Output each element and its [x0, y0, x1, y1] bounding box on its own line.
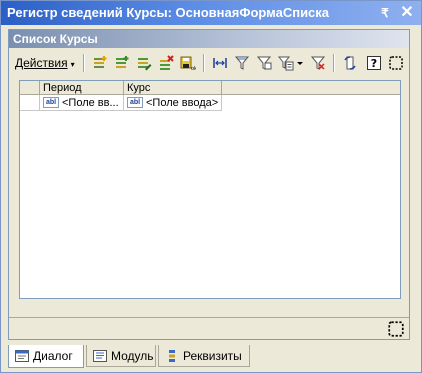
bottom-bar — [9, 317, 409, 339]
toolbar: Действия ▾ ok ? — [13, 52, 405, 74]
input-field-icon: abl — [127, 97, 143, 108]
table-header: Период Курс — [20, 81, 400, 95]
form-panel: Список Курсы Действия ▾ ok ? Период Курс… — [8, 29, 410, 340]
input-field-icon: abl — [43, 97, 59, 108]
close-icon[interactable]: ✕ — [399, 4, 415, 22]
filter-value-icon[interactable] — [233, 54, 251, 72]
tab-module[interactable]: Модуль — [86, 345, 156, 367]
column-header-rate[interactable]: Курс — [124, 81, 222, 95]
editor-tabs: Диалог Модуль Реквизиты — [8, 345, 416, 369]
help-icon[interactable]: ? — [365, 54, 383, 72]
save-close-icon[interactable]: ok — [179, 54, 197, 72]
toolbar-separator — [83, 54, 85, 72]
chevron-down-icon[interactable] — [295, 54, 305, 72]
filter-icon[interactable] — [255, 54, 273, 72]
svg-text:ok: ok — [191, 66, 196, 71]
tab-attributes[interactable]: Реквизиты — [158, 345, 250, 367]
refresh-icon[interactable] — [341, 54, 359, 72]
toolbar-separator — [333, 54, 335, 72]
table-cell[interactable]: abl <Поле вв... — [40, 95, 124, 111]
row-marker-header — [20, 81, 40, 95]
frame-icon[interactable] — [387, 54, 405, 72]
attributes-icon — [169, 350, 175, 362]
column-header-period[interactable]: Период — [40, 81, 124, 95]
cell-text: <Поле ввода> — [146, 97, 219, 109]
actions-menu-button[interactable]: Действия ▾ — [15, 54, 75, 72]
dialog-icon — [15, 350, 29, 362]
table-cell[interactable]: abl <Поле ввода> — [124, 95, 222, 111]
filter-list-icon[interactable] — [277, 54, 295, 72]
window-title: Регистр сведений Курсы: ОсновнаяФормаСпи… — [7, 5, 330, 20]
row-marker — [20, 95, 40, 111]
cell-text: <Поле вв... — [62, 97, 119, 109]
add-row-icon[interactable] — [91, 54, 109, 72]
frame-icon[interactable] — [387, 320, 405, 338]
tab-dialog[interactable]: Диалог — [8, 345, 84, 368]
tab-label: Реквизиты — [183, 349, 242, 363]
tab-label: Модуль — [111, 349, 154, 363]
form-header: Список Курсы — [9, 30, 409, 48]
actions-label: Действия — [15, 56, 68, 70]
table-row[interactable]: abl <Поле вв... abl <Поле ввода> — [20, 95, 400, 111]
add-copy-icon[interactable] — [113, 54, 131, 72]
module-icon — [93, 350, 107, 362]
edit-row-icon[interactable] — [135, 54, 153, 72]
delete-row-icon[interactable] — [157, 54, 175, 72]
svg-text:?: ? — [371, 57, 377, 70]
window: Регистр сведений Курсы: ОсновнаяФормаСпи… — [0, 0, 422, 373]
data-table[interactable]: Период Курс abl <Поле вв... abl <Поле ввод… — [19, 80, 401, 299]
chevron-down-icon: ▾ — [70, 60, 75, 69]
pin-icon[interactable]: ₹ — [377, 4, 393, 22]
title-bar[interactable]: Регистр сведений Курсы: ОсновнаяФормаСпи… — [1, 1, 421, 25]
tab-label: Диалог — [33, 349, 73, 363]
range-icon[interactable] — [211, 54, 229, 72]
filter-off-icon[interactable] — [309, 54, 327, 72]
toolbar-separator — [203, 54, 205, 72]
